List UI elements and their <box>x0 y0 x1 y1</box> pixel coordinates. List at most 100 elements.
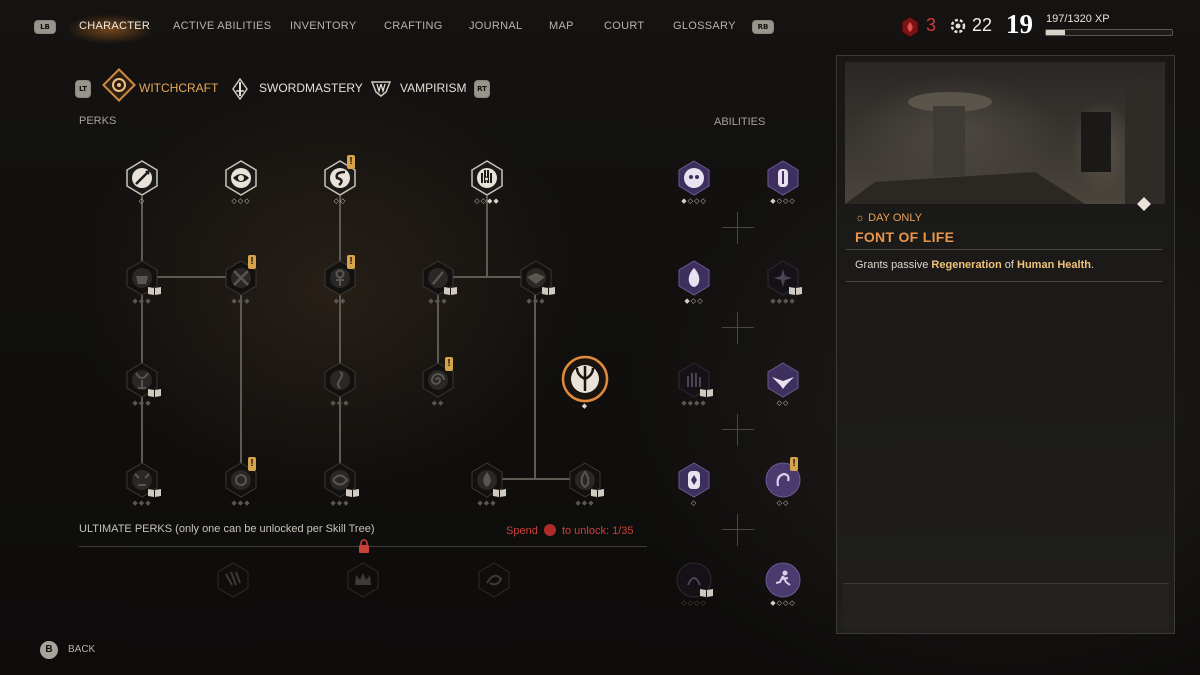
perk-rank-diamonds: ◆◆◆ <box>132 499 152 507</box>
book-icon <box>148 489 161 497</box>
tab-inventory[interactable]: INVENTORY <box>290 20 356 32</box>
ability-node[interactable] <box>764 561 802 599</box>
perk-rank-diamonds: ◆◆◆ <box>575 499 595 507</box>
perk-node-dagger[interactable] <box>123 159 161 197</box>
crown-icon <box>347 562 379 598</box>
tab-journal[interactable]: JOURNAL <box>469 20 522 32</box>
ultimate-perks-label: ULTIMATE PERKS (only one can be unlocked… <box>79 523 375 535</box>
perk-rank-diamonds: ◆◆◆ <box>526 297 546 305</box>
hand-icon <box>471 160 503 196</box>
lt-button-hint[interactable]: LT <box>75 80 91 98</box>
perk-node-font-of-life-selected[interactable] <box>561 355 609 403</box>
ultimate-perk-node[interactable] <box>475 561 513 599</box>
warning-icon: ! <box>248 255 256 269</box>
desc-text: . <box>1090 259 1095 271</box>
spend-label-after: to unlock: 1/35 <box>561 525 634 537</box>
perk-rank-diamonds: ◆◆◆ <box>330 399 350 407</box>
preview-scene <box>845 82 1165 204</box>
b-button-icon[interactable]: B <box>40 641 58 659</box>
subtab-swordmastery[interactable]: SWORDMASTERY <box>259 81 363 95</box>
skill-point-count: 22 <box>972 15 993 35</box>
book-icon <box>493 489 506 497</box>
xp-progress-fill <box>1046 30 1065 35</box>
book-icon <box>542 287 555 295</box>
detail-divider <box>846 249 1162 250</box>
tab-active-abilities[interactable]: ACTIVE ABILITIES <box>173 20 271 32</box>
perk-node-eye[interactable] <box>222 159 260 197</box>
perk-rank-diamonds: ◆◆◆ <box>428 297 448 305</box>
perk-rank-diamonds: ◆◆◆ <box>330 499 350 507</box>
perk-preview-image <box>845 62 1165 204</box>
ability-rank-diamonds: ◆◇◇ <box>684 297 704 305</box>
ability-rank-diamonds: ◆◆◆◆ <box>681 399 707 407</box>
perk-rank-diamonds: ◆◆◆ <box>132 399 152 407</box>
skull-icon <box>678 160 710 196</box>
perk-rank-diamonds: ◆◆◆ <box>132 297 152 305</box>
dagger-icon <box>126 160 158 196</box>
perk-connector <box>141 196 143 480</box>
witchcraft-icon[interactable] <box>100 66 138 104</box>
ability-grid-marker <box>722 312 754 344</box>
character-level: 19 <box>1006 9 1033 39</box>
ability-node[interactable] <box>764 159 802 197</box>
book-icon <box>700 389 713 397</box>
dagger-scroll-icon <box>767 160 799 196</box>
ability-grid-marker <box>722 212 754 244</box>
perk-rank-diamonds: ◆◆◆ <box>231 499 251 507</box>
day-only-tag: ☼ DAY ONLY <box>855 212 922 224</box>
perk-rank-diamonds: ◆◆ <box>431 399 445 407</box>
tab-glossary[interactable]: GLOSSARY <box>673 20 736 32</box>
warning-icon: ! <box>347 255 355 269</box>
tab-court[interactable]: COURT <box>604 20 644 32</box>
detail-divider <box>846 281 1162 282</box>
lb-button-hint[interactable]: LB <box>34 20 56 34</box>
perk-rank-diamonds: ◆◆◆ <box>231 297 251 305</box>
ability-node[interactable] <box>675 461 713 499</box>
tab-map[interactable]: MAP <box>549 20 574 32</box>
rb-button-hint[interactable]: RB <box>752 20 774 34</box>
blood-point-icon <box>543 524 556 536</box>
ability-node[interactable] <box>675 259 713 297</box>
lock-icon <box>359 539 369 553</box>
warning-icon: ! <box>248 457 256 471</box>
tab-crafting[interactable]: CRAFTING <box>384 20 443 32</box>
ability-rank-diamonds: ◇◇ <box>776 399 790 407</box>
perk-node-locked[interactable] <box>321 361 359 399</box>
perk-rank-diamonds: ◇◇◆◆ <box>474 197 500 205</box>
skill-point-icon <box>950 18 966 34</box>
rt-button-hint[interactable]: RT <box>474 80 490 98</box>
xp-progress-bar <box>1045 29 1173 36</box>
raven-icon <box>767 362 799 398</box>
perk-node-hand[interactable] <box>468 159 506 197</box>
ability-rank-diamonds: ◆◇◇◇ <box>770 599 796 607</box>
fang-icon[interactable] <box>370 78 392 98</box>
ability-grid-marker <box>722 414 754 446</box>
palm-rune-icon <box>678 462 710 498</box>
warning-icon: ! <box>445 357 453 371</box>
subtab-witchcraft[interactable]: WITCHCRAFT <box>139 81 218 95</box>
perk-rank-diamonds: ◆ <box>581 402 589 410</box>
ability-node[interactable] <box>675 159 713 197</box>
tab-character[interactable]: CHARACTER <box>79 20 150 32</box>
back-label[interactable]: BACK <box>68 644 95 655</box>
perk-rank-diamonds: ◇◇◇ <box>231 197 251 205</box>
warning-icon: ! <box>790 457 798 471</box>
perk-connector <box>534 276 536 480</box>
perk-rank-diamonds: ◆◆◆ <box>477 499 497 507</box>
xp-text: 197/1320 XP <box>1046 13 1110 25</box>
ultimate-perk-node[interactable] <box>214 561 252 599</box>
blood-point-count: 3 <box>926 15 937 35</box>
ultimate-perk-node[interactable] <box>344 561 382 599</box>
perk-connector <box>240 276 242 480</box>
ability-node[interactable] <box>764 361 802 399</box>
book-icon <box>789 287 802 295</box>
detail-footer <box>843 583 1169 629</box>
eye-icon <box>225 160 257 196</box>
perk-rank-diamonds: ◆◆ <box>333 297 347 305</box>
book-icon <box>346 489 359 497</box>
subtab-vampirism[interactable]: VAMPIRISM <box>400 81 466 95</box>
rune-icon <box>324 362 356 398</box>
sword-icon[interactable] <box>230 78 250 100</box>
ability-rank-diamonds: ◆◇◇◇ <box>770 197 796 205</box>
desc-text: of <box>1001 259 1018 271</box>
